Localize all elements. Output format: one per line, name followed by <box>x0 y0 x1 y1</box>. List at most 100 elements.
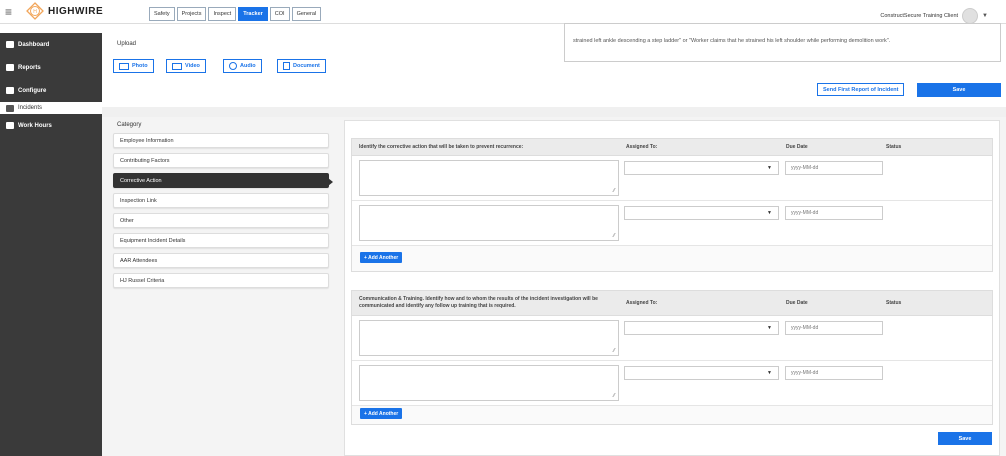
assigned-to-select[interactable]: ▼ <box>624 206 779 220</box>
sidebar-item-label: Dashboard <box>18 41 50 48</box>
divider <box>102 107 1006 117</box>
upload-area: Upload Photo Video Audio Document strain… <box>102 23 1006 107</box>
table-row: ▼ yyyy-MM-dd <box>352 361 992 406</box>
button-label: Photo <box>132 63 148 69</box>
communication-textarea[interactable] <box>359 320 619 356</box>
header-status: Status <box>886 300 902 306</box>
section-header: Identify the corrective action that will… <box>352 139 992 156</box>
gear-icon <box>6 87 14 94</box>
category-hj-russel-criteria[interactable]: HJ Russel Criteria <box>113 273 329 288</box>
header-description: Communication & Training. Identify how a… <box>359 296 598 309</box>
tab-general[interactable]: General <box>291 7 322 21</box>
sidebar-item-incidents[interactable]: Incidents <box>0 102 102 114</box>
category-list: Employee Information Contributing Factor… <box>113 133 333 293</box>
sidebar: Dashboard Reports Configure Incidents Wo… <box>0 33 102 456</box>
incident-description-textarea[interactable]: strained left ankle descending a step la… <box>564 23 1001 62</box>
section-header: Communication & Training. Identify how a… <box>352 291 992 316</box>
header-due-date: Due Date <box>786 300 808 306</box>
sidebar-item-configure[interactable]: Configure <box>0 79 102 102</box>
chevron-down-icon[interactable]: ▼ <box>982 13 988 19</box>
video-icon <box>172 62 182 70</box>
audio-upload-button[interactable]: Audio <box>223 59 262 73</box>
add-another-button[interactable]: + Add Another <box>360 252 403 263</box>
category-title: Category <box>117 122 142 128</box>
assigned-to-select[interactable]: ▼ <box>624 321 779 335</box>
upload-label: Upload <box>117 41 137 47</box>
document-upload-button[interactable]: Document <box>277 59 326 73</box>
assigned-to-select[interactable]: ▼ <box>624 161 779 175</box>
chevron-down-icon: ▼ <box>767 210 772 216</box>
communication-training-section: Communication & Training. Identify how a… <box>351 290 993 425</box>
header-assigned-to: Assigned To: <box>626 144 658 150</box>
corrective-action-panel: Identify the corrective action that will… <box>344 120 1000 456</box>
description-text-cut <box>573 29 992 37</box>
client-name: ConstructSecure Training Client <box>880 13 959 19</box>
button-label: Audio <box>240 63 256 69</box>
sidebar-item-dashboard[interactable]: Dashboard <box>0 33 102 56</box>
button-label: Video <box>185 63 200 69</box>
header-description: Identify the corrective action that will… <box>359 143 524 150</box>
logo-text: HIGHWIRE <box>48 5 104 17</box>
send-first-report-button[interactable]: Send First Report of Incident <box>817 83 905 96</box>
sidebar-item-label: Configure <box>18 87 47 94</box>
highwire-logo-icon: H <box>26 2 44 20</box>
audio-icon <box>229 62 237 70</box>
sidebar-item-label: Reports <box>18 64 41 71</box>
category-aar-attendees[interactable]: AAR Attendees <box>113 253 329 268</box>
due-date-input[interactable]: yyyy-MM-dd <box>785 321 883 335</box>
video-upload-button[interactable]: Video <box>166 59 206 73</box>
incidents-icon <box>6 104 14 112</box>
chevron-down-icon: ▼ <box>767 165 772 171</box>
save-bottom-button[interactable]: Save <box>938 432 992 445</box>
category-other[interactable]: Other <box>113 213 329 228</box>
sidebar-item-work-hours[interactable]: Work Hours <box>0 114 102 137</box>
clock-icon <box>6 122 14 129</box>
chevron-down-icon: ▼ <box>767 370 772 376</box>
due-date-input[interactable]: yyyy-MM-dd <box>785 206 883 220</box>
sidebar-item-label: Incidents <box>18 105 43 111</box>
main-tabs: Safety Projects Inspect Tracker COI Gene… <box>149 7 322 21</box>
reports-icon <box>6 64 14 71</box>
client-menu[interactable]: ConstructSecure Training Client ▼ <box>880 8 988 24</box>
avatar[interactable] <box>962 8 979 24</box>
table-row: ▼ yyyy-MM-dd <box>352 201 992 246</box>
document-icon <box>283 62 290 70</box>
corrective-action-section: Identify the corrective action that will… <box>351 138 993 272</box>
top-bar: ≡ H HIGHWIRE Safety Projects Inspect Tra… <box>0 0 1006 24</box>
photo-icon <box>119 62 129 70</box>
tab-projects[interactable]: Projects <box>176 7 207 21</box>
tab-safety[interactable]: Safety <box>149 7 175 21</box>
hamburger-icon[interactable]: ≡ <box>5 6 12 18</box>
svg-text:H: H <box>33 9 37 15</box>
tab-coi[interactable]: COI <box>269 7 290 21</box>
logo[interactable]: H HIGHWIRE <box>26 2 103 20</box>
due-date-input[interactable]: yyyy-MM-dd <box>785 161 883 175</box>
sidebar-item-label: Work Hours <box>18 122 52 129</box>
communication-textarea[interactable] <box>359 365 619 401</box>
add-another-button[interactable]: + Add Another <box>360 408 403 419</box>
chevron-down-icon: ▼ <box>767 325 772 331</box>
category-equipment-incident-details[interactable]: Equipment Incident Details <box>113 233 329 248</box>
category-employee-information[interactable]: Employee Information <box>113 133 329 148</box>
button-label: Document <box>293 63 320 69</box>
assigned-to-select[interactable]: ▼ <box>624 366 779 380</box>
header-due-date: Due Date <box>786 144 808 150</box>
sidebar-item-reports[interactable]: Reports <box>0 56 102 79</box>
corrective-action-textarea[interactable] <box>359 205 619 241</box>
corrective-action-textarea[interactable] <box>359 160 619 196</box>
description-text: strained left ankle descending a step la… <box>573 38 891 44</box>
dashboard-icon <box>6 41 14 48</box>
save-button[interactable]: Save <box>917 83 1001 97</box>
header-assigned-to: Assigned To: <box>626 300 658 306</box>
photo-upload-button[interactable]: Photo <box>113 59 154 73</box>
due-date-input[interactable]: yyyy-MM-dd <box>785 366 883 380</box>
main-content: Upload Photo Video Audio Document strain… <box>102 23 1006 456</box>
table-row: ▼ yyyy-MM-dd <box>352 156 992 201</box>
category-contributing-factors[interactable]: Contributing Factors <box>113 153 329 168</box>
tab-tracker[interactable]: Tracker <box>238 7 268 21</box>
category-corrective-action[interactable]: Corrective Action <box>113 173 333 188</box>
header-status: Status <box>886 144 902 150</box>
category-inspection-link[interactable]: Inspection Link <box>113 193 329 208</box>
tab-inspect[interactable]: Inspect <box>208 7 237 21</box>
table-row: ▼ yyyy-MM-dd <box>352 316 992 361</box>
